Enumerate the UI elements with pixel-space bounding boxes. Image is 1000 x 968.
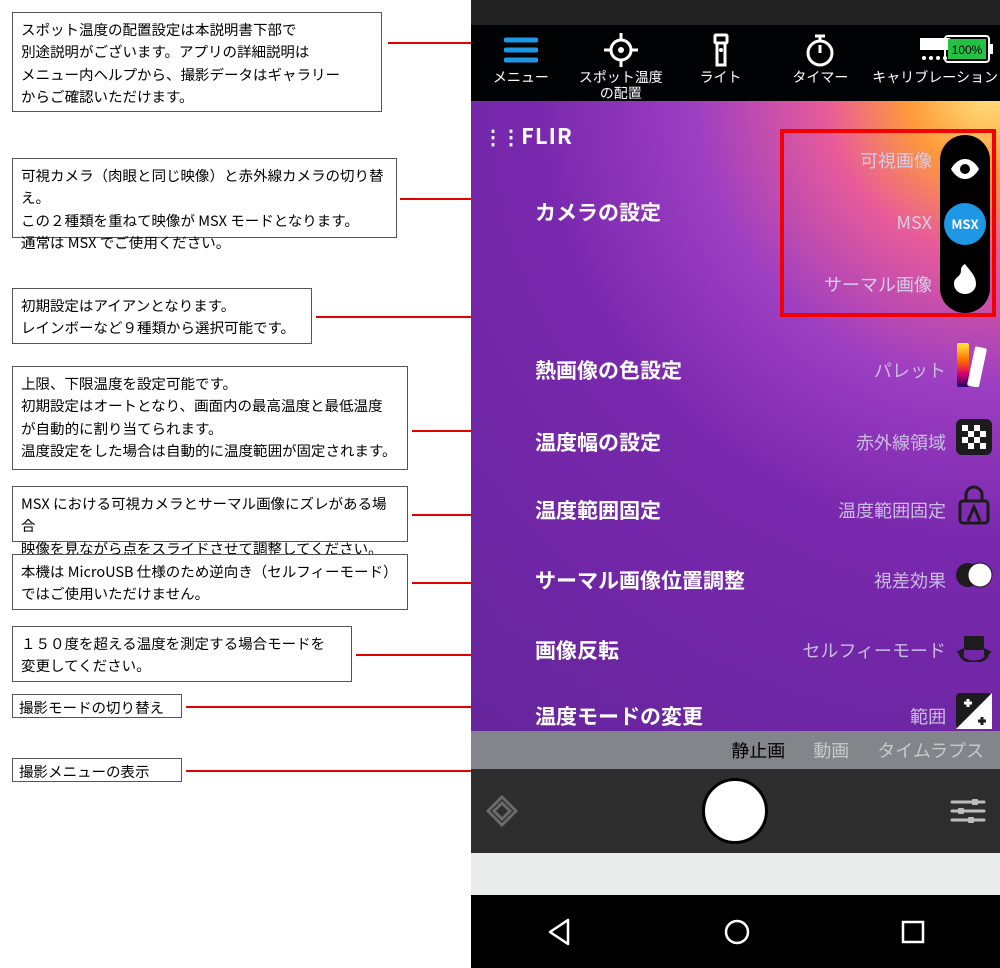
- capture-bar: [471, 769, 1000, 853]
- light-button[interactable]: ライト: [671, 31, 771, 85]
- phone-frame: メニュー スポット温度 の配置 ライト タイマー: [471, 0, 1000, 968]
- row-title: サーマル画像位置調整: [535, 565, 796, 595]
- hamburger-icon: [471, 31, 571, 69]
- flir-logo: ⋮⋮FLIR: [483, 119, 573, 151]
- battery-indicator: 100%: [944, 35, 994, 63]
- timer-button[interactable]: タイマー: [770, 31, 870, 85]
- mode-thermal-button[interactable]: [944, 258, 986, 300]
- nav-back[interactable]: [546, 918, 574, 946]
- row-title: 温度幅の設定: [535, 427, 796, 457]
- recent-icon: [900, 919, 926, 945]
- annot-range: １５０度を超える温度を測定する場合モードを 変更してください。: [12, 626, 352, 682]
- thermal-view: ⋮⋮FLIR 可視画像 MSX サーマル画像 MSX カメラの設定: [471, 101, 1000, 731]
- annot-menu: スポット温度の配置設定は本説明書下部で 別途説明がございます。アプリの詳細説明は…: [12, 12, 382, 112]
- diamond-icon: [485, 794, 519, 828]
- row-title: カメラの設定: [535, 197, 946, 227]
- row-range[interactable]: 温度モードの変更 範囲: [471, 701, 1000, 731]
- eye-icon: [950, 159, 980, 179]
- tab-still[interactable]: 静止画: [731, 737, 785, 763]
- row-flip[interactable]: 画像反転 セルフィーモード: [471, 635, 1000, 665]
- nav-recent[interactable]: [900, 919, 926, 945]
- exposure-icon[interactable]: [952, 681, 996, 731]
- android-nav: [471, 895, 1000, 968]
- home-icon: [723, 918, 751, 946]
- row-sub: セルフィーモード: [796, 637, 946, 663]
- annot-capture-menu: 撮影メニューの表示: [12, 758, 182, 782]
- annot-palette: 初期設定はアイアンとなります。 レインボーなど９種類から選択可能です。: [12, 288, 312, 344]
- flashlight-icon: [671, 31, 771, 69]
- row-sub: 範囲: [796, 703, 946, 729]
- spot-label: スポット温度 の配置: [571, 69, 671, 101]
- tab-timelapse[interactable]: タイムラプス: [877, 737, 984, 763]
- annot-align: MSX における可視カメラとサーマル画像にズレがある場合 映像を見ながら点をスラ…: [12, 486, 408, 542]
- mode-thermal-label: サーマル画像: [824, 271, 932, 297]
- spot-button[interactable]: スポット温度 の配置: [571, 31, 671, 101]
- row-sub: 温度範囲固定: [796, 497, 946, 523]
- row-camera[interactable]: カメラの設定: [471, 197, 1000, 227]
- page: スポット温度の配置設定は本説明書下部で 別途説明がございます。アプリの詳細説明は…: [0, 0, 1000, 968]
- row-lock[interactable]: 温度範囲固定 温度範囲固定: [471, 495, 1000, 525]
- settings-button[interactable]: [950, 797, 986, 825]
- annot-capture-tabs: 撮影モードの切り替え: [12, 694, 182, 718]
- row-align[interactable]: サーマル画像位置調整 視差効果: [471, 565, 1000, 595]
- lock-icon[interactable]: [952, 475, 996, 535]
- toolbar: メニュー スポット温度 の配置 ライト タイマー: [471, 25, 1000, 101]
- annot-span: 上限、下限温度を設定可能です。 初期設定はオートとなり、画面内の最高温度と最低温…: [12, 366, 408, 470]
- palette-icon[interactable]: [952, 335, 996, 395]
- mode-visible-label: 可視画像: [860, 147, 932, 173]
- flame-icon: [954, 264, 976, 294]
- row-span[interactable]: 温度幅の設定 赤外線領域: [471, 427, 1000, 457]
- tab-video[interactable]: 動画: [813, 737, 849, 763]
- blank-strip: [471, 853, 1000, 895]
- calibration-label: キャリブレーション: [870, 69, 1000, 85]
- light-label: ライト: [671, 69, 771, 85]
- checker-icon[interactable]: [952, 407, 996, 467]
- capture-mode-tabs: 静止画 動画 タイムラプス: [471, 731, 1000, 769]
- timer-label: タイマー: [770, 69, 870, 85]
- row-title: 熱画像の色設定: [535, 355, 796, 385]
- back-icon: [546, 918, 574, 946]
- mode-visible-button[interactable]: [944, 148, 986, 190]
- sliders-icon: [950, 797, 986, 825]
- target-icon: [571, 31, 671, 69]
- row-sub: パレット: [796, 357, 946, 383]
- battery-pct: 100%: [952, 43, 983, 57]
- row-sub: 視差効果: [796, 567, 946, 593]
- rotate-icon[interactable]: [952, 615, 996, 675]
- row-palette[interactable]: 熱画像の色設定 パレット: [471, 355, 1000, 385]
- row-title: 温度モードの変更: [535, 701, 796, 731]
- overlap-icon[interactable]: [952, 545, 996, 605]
- row-sub: 赤外線領域: [796, 429, 946, 455]
- shutter-button[interactable]: [702, 778, 768, 844]
- nav-home[interactable]: [723, 918, 751, 946]
- row-title: 温度範囲固定: [535, 495, 796, 525]
- annot-modes: 可視カメラ（肉眼と同じ映像）と赤外線カメラの切り替え。 この２種類を重ねて映像が…: [12, 158, 397, 238]
- menu-label: メニュー: [471, 69, 571, 85]
- annot-flip: 本機は MicroUSB 仕様のため逆向き（セルフィーモード） ではご使用いただ…: [12, 554, 408, 610]
- stopwatch-icon: [770, 31, 870, 69]
- row-title: 画像反転: [535, 635, 796, 665]
- gallery-button[interactable]: [485, 794, 519, 828]
- status-bar: [471, 0, 1000, 25]
- menu-button[interactable]: メニュー: [471, 31, 571, 85]
